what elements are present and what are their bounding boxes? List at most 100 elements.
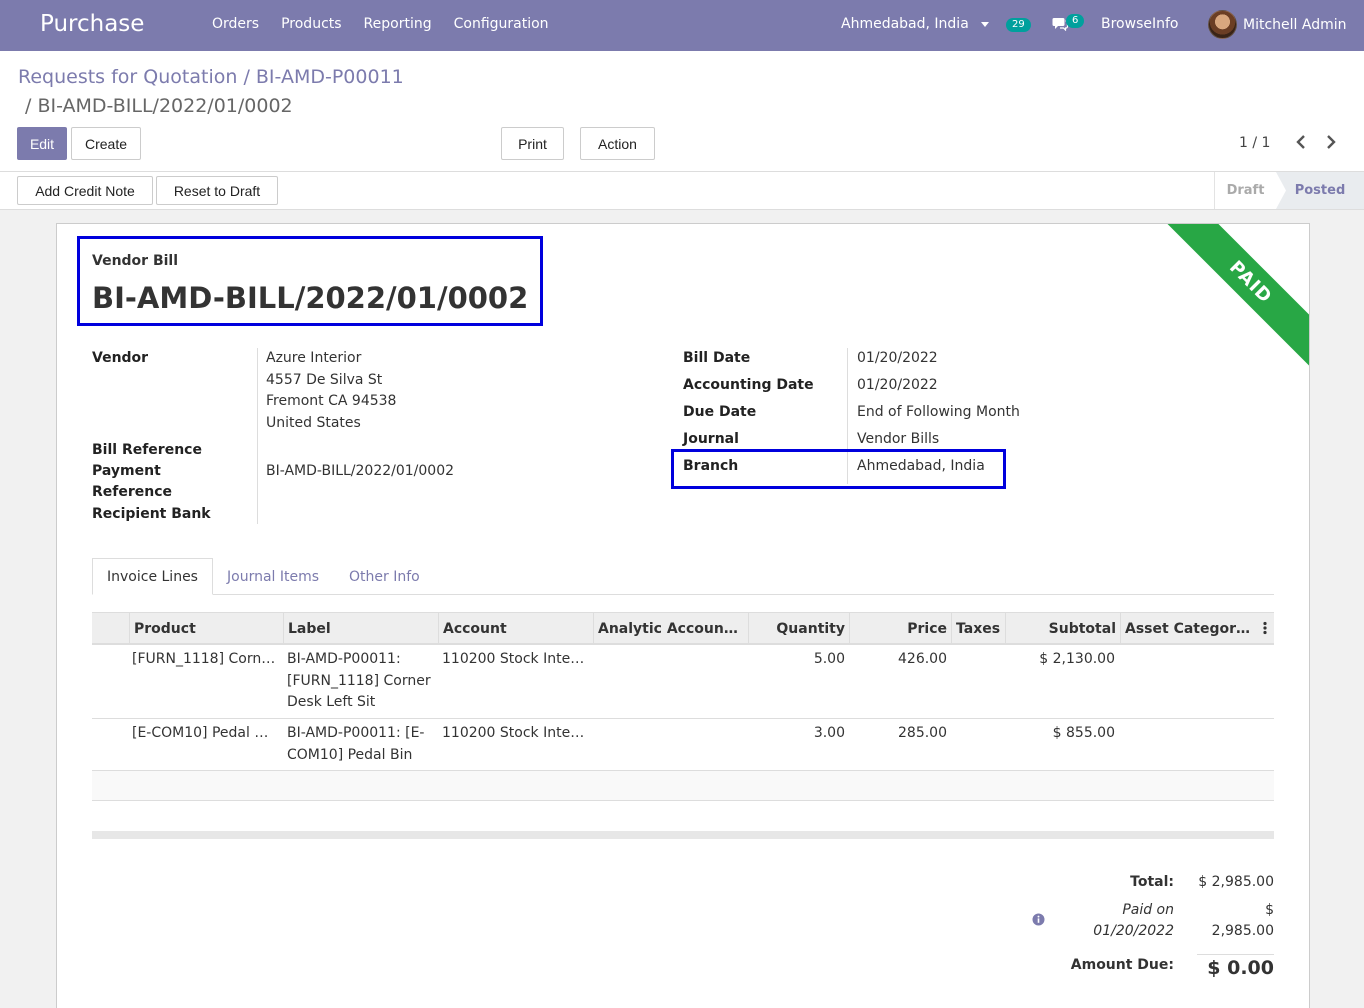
cell-label-line: [FURN_1118] Corner bbox=[287, 672, 431, 689]
create-button[interactable]: Create bbox=[71, 127, 141, 160]
user-menu[interactable]: Mitchell Admin bbox=[1208, 10, 1347, 39]
menu-products[interactable]: Products bbox=[281, 16, 341, 32]
amount-due-label: Amount Due: bbox=[1070, 957, 1174, 973]
vendor-address-line: United States bbox=[266, 415, 361, 431]
pager-value[interactable]: 1 / 1 bbox=[1239, 135, 1270, 151]
accounting-date-value: 01/20/2022 bbox=[857, 377, 938, 393]
info-circle-icon bbox=[1032, 913, 1045, 926]
vendor-address-line: Fremont CA 94538 bbox=[266, 393, 397, 409]
journal-label: Journal bbox=[683, 431, 739, 447]
cell-label-line: COM10] Pedal Bin bbox=[287, 746, 413, 763]
messaging-menu[interactable]: 6 bbox=[1052, 14, 1085, 31]
column-account[interactable]: Account bbox=[438, 613, 593, 644]
due-date-link[interactable]: End of Following Month bbox=[857, 404, 1020, 420]
payment-reference-value: BI-AMD-BILL/2022/01/0002 bbox=[266, 463, 455, 479]
reset-to-draft-button[interactable]: Reset to Draft bbox=[156, 176, 278, 205]
kebab-menu-icon bbox=[1263, 621, 1267, 635]
amount-due-divider bbox=[1197, 954, 1274, 955]
paid-on-label: Paid on bbox=[1122, 902, 1174, 918]
journal-link[interactable]: Vendor Bills bbox=[857, 431, 939, 447]
paid-ribbon: PAID bbox=[1153, 224, 1309, 380]
edit-button[interactable]: Edit bbox=[17, 127, 67, 160]
payment-info-button[interactable] bbox=[1032, 913, 1045, 930]
breadcrumb-current: / BI-AMD-BILL/2022/01/0002 bbox=[25, 95, 293, 117]
menu-orders[interactable]: Orders bbox=[212, 16, 259, 32]
message-count-badge: 6 bbox=[1066, 14, 1085, 28]
table-empty-row bbox=[92, 771, 1274, 801]
cell-label-line: BI-AMD-P00011: bbox=[287, 651, 401, 667]
amount-due-value: $ 0.00 bbox=[1207, 957, 1274, 979]
control-panel: Requests for Quotation / BI-AMD-P00011 /… bbox=[0, 51, 1364, 172]
cell-product: [E-COM10] Pedal … bbox=[132, 725, 269, 741]
branch-highlight-box bbox=[671, 449, 1006, 489]
activity-menu[interactable]: 29 bbox=[1006, 15, 1031, 32]
branch-switcher[interactable]: Ahmedabad, India bbox=[841, 16, 989, 32]
action-button[interactable]: Action bbox=[580, 127, 655, 160]
avatar bbox=[1208, 10, 1237, 39]
table-row[interactable]: [FURN_1118] Corn… BI-AMD-P00011: [FURN_1… bbox=[92, 645, 1274, 719]
column-asset-category[interactable]: Asset Categor… bbox=[1120, 613, 1258, 644]
caret-down-icon bbox=[980, 21, 989, 27]
add-credit-note-button[interactable]: Add Credit Note bbox=[17, 176, 153, 205]
total-label: Total: bbox=[1130, 874, 1174, 890]
column-price[interactable]: Price bbox=[849, 613, 951, 644]
activity-count-badge: 29 bbox=[1006, 18, 1031, 32]
cell-subtotal: $ 2,130.00 bbox=[1039, 651, 1115, 667]
stage-posted[interactable]: Posted bbox=[1276, 172, 1364, 209]
column-options-icon[interactable] bbox=[1262, 621, 1268, 639]
vendor-label: Vendor bbox=[92, 350, 149, 366]
document-name: BI-AMD-BILL/2022/01/0002 bbox=[92, 281, 529, 315]
menu-reporting[interactable]: Reporting bbox=[364, 16, 432, 32]
vendor-link[interactable]: Azure Interior bbox=[266, 350, 361, 366]
breadcrumb-separator: / bbox=[25, 95, 38, 117]
vendor-address-line: 4557 De Silva St bbox=[266, 372, 383, 388]
bill-date-label: Bill Date bbox=[683, 350, 751, 366]
recipient-bank-label: Recipient Bank bbox=[92, 506, 211, 522]
cell-subtotal: $ 855.00 bbox=[1052, 725, 1115, 741]
breadcrumb: Requests for Quotation / BI-AMD-P00011 bbox=[18, 66, 404, 88]
column-label[interactable]: Label bbox=[283, 613, 438, 644]
cell-label-line: BI-AMD-P00011: [E- bbox=[287, 725, 425, 741]
column-subtotal[interactable]: Subtotal bbox=[1005, 613, 1120, 644]
cell-account: 110200 Stock Inte… bbox=[442, 725, 585, 741]
payment-reference-label-cont: Reference bbox=[92, 484, 173, 500]
cell-account: 110200 Stock Inte… bbox=[442, 651, 585, 667]
column-taxes[interactable]: Taxes bbox=[951, 613, 1005, 644]
chevron-right-icon bbox=[1327, 135, 1336, 149]
menu-configuration[interactable]: Configuration bbox=[454, 16, 549, 32]
main-menu: Orders Products Reporting Configuration bbox=[212, 16, 549, 32]
user-name: Mitchell Admin bbox=[1243, 16, 1347, 33]
field-divider bbox=[257, 348, 258, 524]
pager-next-button[interactable] bbox=[1324, 134, 1338, 154]
breadcrumb-rfq[interactable]: Requests for Quotation bbox=[18, 66, 237, 88]
table-footer bbox=[92, 831, 1274, 839]
pager-previous-button[interactable] bbox=[1294, 134, 1308, 154]
column-analytic-account[interactable]: Analytic Accoun… bbox=[593, 613, 748, 644]
total-value: $ 2,985.00 bbox=[1198, 874, 1274, 890]
print-button[interactable]: Print bbox=[501, 127, 564, 160]
cell-quantity: 5.00 bbox=[813, 651, 845, 667]
stage-draft[interactable]: Draft bbox=[1214, 172, 1276, 209]
breadcrumb-order[interactable]: BI-AMD-P00011 bbox=[256, 66, 404, 88]
tab-invoice-lines[interactable]: Invoice Lines bbox=[92, 558, 213, 595]
tab-other-info[interactable]: Other Info bbox=[335, 558, 434, 595]
tab-journal-items[interactable]: Journal Items bbox=[213, 558, 333, 595]
chevron-left-icon bbox=[1296, 135, 1305, 149]
form-sheet: PAID Vendor Bill BI-AMD-BILL/2022/01/000… bbox=[56, 223, 1310, 1008]
company-switcher[interactable]: BrowseInfo bbox=[1101, 16, 1178, 32]
column-quantity[interactable]: Quantity bbox=[748, 613, 849, 644]
notebook-tabs: Invoice Lines Journal Items Other Info bbox=[92, 558, 1274, 595]
table-row[interactable]: [E-COM10] Pedal … BI-AMD-P00011: [E- COM… bbox=[92, 719, 1274, 771]
bill-reference-label: Bill Reference bbox=[92, 442, 202, 458]
paid-on-date: 01/20/2022 bbox=[1093, 923, 1174, 939]
document-type: Vendor Bill bbox=[92, 253, 179, 269]
cell-price: 285.00 bbox=[898, 725, 947, 741]
branch-switcher-label: Ahmedabad, India bbox=[841, 16, 969, 32]
status-bar: Add Credit Note Reset to Draft Draft Pos… bbox=[0, 172, 1364, 210]
paid-amount-value: 2,985.00 bbox=[1211, 923, 1274, 939]
app-name[interactable]: Purchase bbox=[40, 11, 144, 37]
paid-amount-currency: $ bbox=[1265, 902, 1274, 918]
column-product[interactable]: Product bbox=[129, 613, 283, 644]
due-date-label: Due Date bbox=[683, 404, 757, 420]
table-header: Product Label Account Analytic Accoun… Q… bbox=[92, 612, 1274, 645]
